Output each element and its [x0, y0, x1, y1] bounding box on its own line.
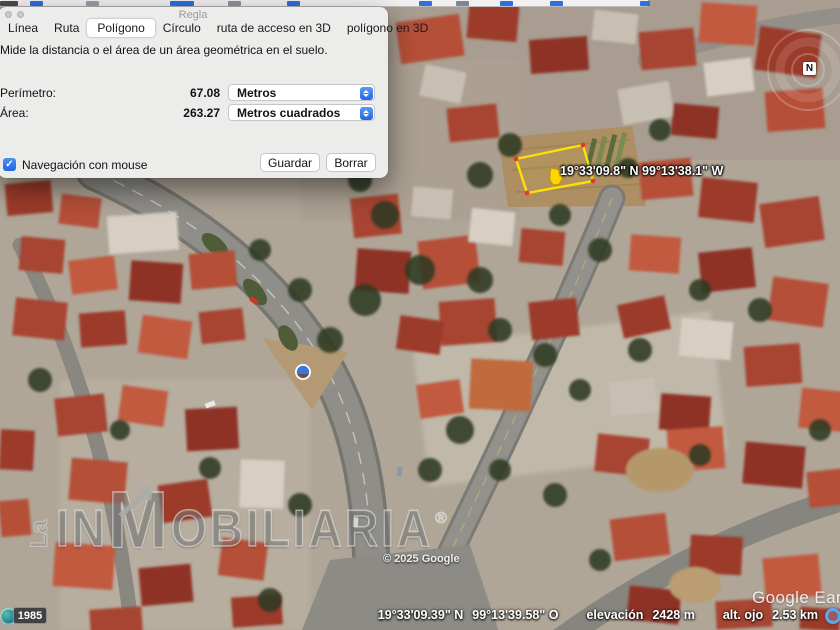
clear-button[interactable]: Borrar — [326, 153, 376, 172]
area-unit-value: Metros cuadrados — [237, 105, 341, 120]
streaming-indicator-icon — [825, 608, 840, 624]
save-button[interactable]: Guardar — [260, 153, 320, 172]
top-toolbar[interactable] — [0, 0, 650, 7]
tab-ruta[interactable]: Ruta — [46, 20, 87, 36]
stepper-icon — [359, 86, 373, 100]
google-earth-logo: Google Earth — [752, 588, 840, 607]
toolbar-icon[interactable] — [456, 1, 469, 6]
google-earth-window: 19°33'09.8" N 99°13'38.1" W N La IN M OB… — [0, 0, 840, 630]
polygon-vertex — [590, 178, 596, 184]
toolbar-icon[interactable] — [550, 1, 563, 6]
status-bar: 19°33'09.39" N 99°13'39.58" O elevación … — [378, 608, 818, 622]
perimeter-unit-select[interactable]: Metros — [228, 84, 375, 101]
tab-circulo[interactable]: Círculo — [155, 20, 209, 36]
status-elevation-value: 2428 m — [652, 608, 695, 622]
photo-placemark[interactable] — [295, 364, 311, 380]
tab-ruta-acceso-3d[interactable]: ruta de acceso en 3D — [209, 20, 339, 36]
stepper-icon — [359, 106, 373, 120]
status-longitude: 99°13'39.58" O — [472, 608, 559, 622]
mouse-navigation-label: Navegación con mouse — [22, 158, 148, 172]
perimeter-value: 67.08 — [189, 86, 220, 100]
tab-poligono-3d[interactable]: polígono en 3D — [339, 20, 436, 36]
toolbar-icon[interactable] — [640, 1, 650, 6]
mouse-navigation-checkbox[interactable]: ✓ — [3, 158, 16, 171]
status-eye-alt-label: alt. ojo — [722, 608, 764, 622]
perimeter-label: Perímetro: — [0, 86, 57, 100]
toolbar-icon[interactable] — [287, 1, 300, 6]
polygon-vertex — [524, 190, 530, 196]
area-label: Área: — [0, 106, 29, 120]
dialog-title: Regla — [178, 9, 208, 21]
toolbar-icon[interactable] — [419, 1, 432, 6]
ruler-dialog: Regla Línea Ruta Polígono Círculo ruta d… — [0, 7, 428, 178]
status-latitude: 19°33'09.39" N — [377, 608, 464, 622]
status-elevation-label: elevación — [586, 608, 644, 622]
toolbar-icon[interactable] — [30, 1, 43, 6]
imagery-year-badge[interactable]: 1985 — [13, 607, 47, 624]
area-unit-select[interactable]: Metros cuadrados — [228, 104, 375, 121]
map-copyright: © 2025 Google — [383, 553, 460, 565]
tab-linea[interactable]: Línea — [0, 20, 46, 36]
polygon-vertex — [513, 156, 519, 162]
toolbar-icon[interactable] — [0, 1, 18, 6]
dialog-description: Mide la distancia o el área de un área g… — [0, 43, 328, 57]
toolbar-icon[interactable] — [228, 1, 241, 6]
polygon-coordinates-label: 19°33'09.8" N 99°13'38.1" W — [560, 164, 724, 178]
ruler-tabbar: Línea Ruta Polígono Círculo ruta de acce… — [0, 19, 428, 37]
compass-north-button[interactable]: N — [803, 62, 816, 75]
dialog-titlebar[interactable]: Regla — [0, 7, 388, 21]
polygon-vertex — [580, 142, 586, 148]
area-value: 263.27 — [183, 106, 220, 120]
toolbar-icon[interactable] — [500, 1, 513, 6]
toolbar-icon[interactable] — [170, 1, 194, 6]
tab-poligono[interactable]: Polígono — [87, 19, 155, 37]
status-eye-alt-value: 2.53 km — [772, 608, 818, 622]
perimeter-unit-value: Metros — [237, 85, 277, 100]
toolbar-icon[interactable] — [86, 1, 99, 6]
